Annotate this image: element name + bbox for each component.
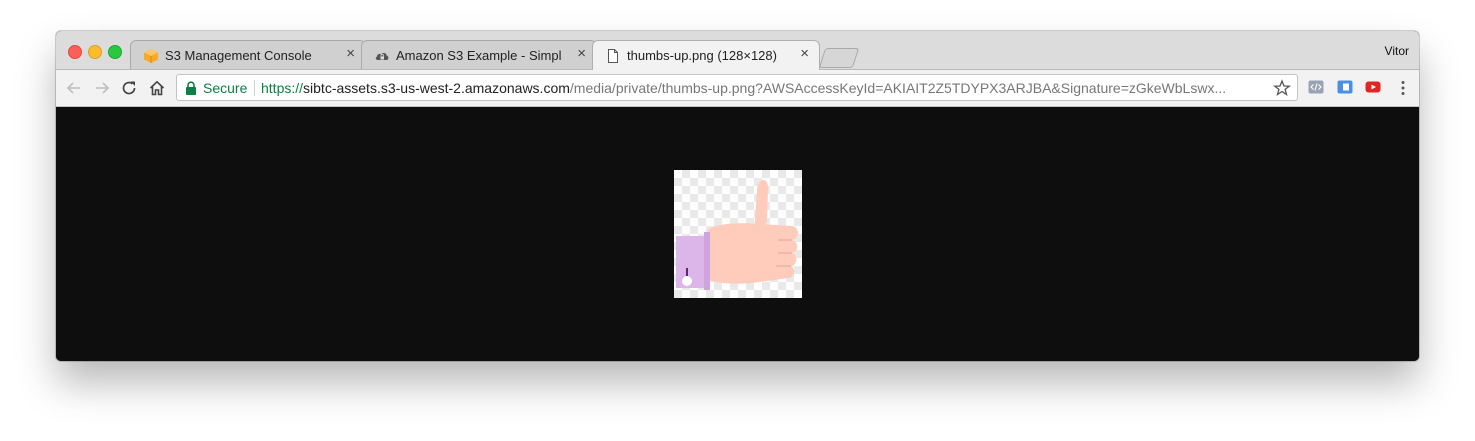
url-host: sibtc-assets.s3-us-west-2.amazonaws.com [303,80,570,96]
secure-label[interactable]: Secure [203,80,247,96]
home-icon[interactable] [148,79,166,97]
more-menu-icon[interactable] [1401,80,1405,96]
bookmark-star-icon[interactable] [1273,79,1291,97]
youtube-extension-icon[interactable] [1365,79,1381,95]
profile-name[interactable]: Vitor [1385,44,1409,58]
aws-cube-icon [144,49,158,63]
page-content [56,107,1419,361]
tab-s3-management-console[interactable]: S3 Management Console × [130,40,366,69]
new-tab-button[interactable] [818,48,860,68]
toolbar: Secure https://sibtc-assets.s3-us-west-2… [56,70,1419,107]
close-window-button[interactable] [68,45,82,59]
thumbs-up-icon [676,179,798,290]
tab-title: thumbs-up.png (128×128) [627,48,777,63]
browser-window: S3 Management Console × Amazon S3 Exampl… [56,31,1419,361]
url-scheme: https:// [261,80,304,96]
tab-title: Amazon S3 Example - Simple [396,48,562,63]
tab-extension-icon[interactable] [1337,79,1353,95]
displayed-image[interactable] [674,170,802,298]
zoom-window-button[interactable] [108,45,122,59]
minimize-window-button[interactable] [88,45,102,59]
address-bar[interactable]: Secure https://sibtc-assets.s3-us-west-2… [176,74,1298,101]
tab-amazon-s3-example[interactable]: Amazon S3 Example - Simple × [361,40,597,69]
tab-close-button[interactable]: × [577,45,586,62]
url-text[interactable]: https://sibtc-assets.s3-us-west-2.amazon… [261,80,1266,96]
cloud-lock-icon [375,52,389,60]
tab-title: S3 Management Console [165,48,312,63]
omnibox-divider [254,80,255,96]
tab-close-button[interactable]: × [346,45,355,62]
tab-thumbs-up-png[interactable]: thumbs-up.png (128×128) × [592,40,820,70]
tab-strip: S3 Management Console × Amazon S3 Exampl… [56,31,1419,70]
back-arrow-icon[interactable] [65,79,83,97]
forward-arrow-icon[interactable] [93,79,111,97]
lock-icon [186,81,196,95]
document-icon [608,49,618,63]
reload-icon[interactable] [120,79,138,97]
url-path: /media/private/thumbs-up.png?AWSAccessKe… [569,80,1227,96]
code-extension-icon[interactable] [1308,79,1324,95]
tab-close-button[interactable]: × [800,45,809,62]
